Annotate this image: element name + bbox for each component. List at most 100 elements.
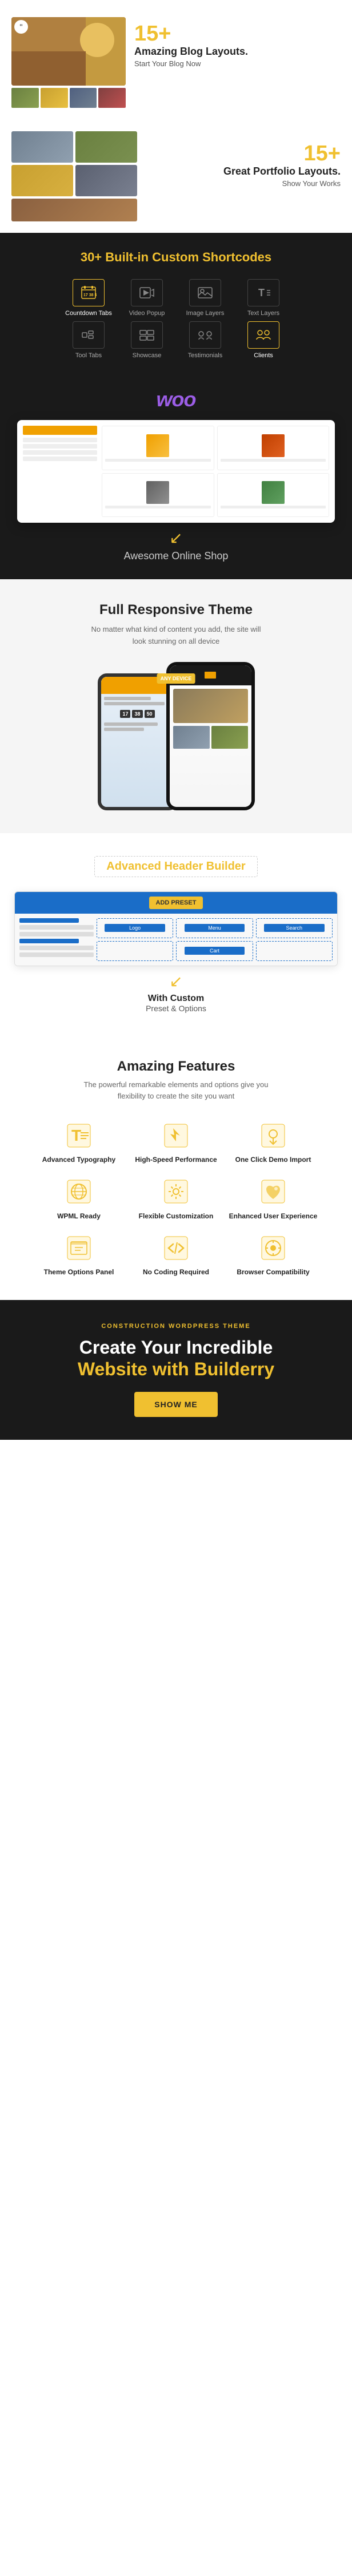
builder-zone-2: Menu <box>176 918 253 938</box>
high-speed-icon <box>161 1120 192 1151</box>
countdown-icon-box: 17 38 50 <box>73 279 105 306</box>
blog-thumb-3 <box>70 88 97 108</box>
testimonials-icon-box <box>189 321 221 349</box>
builder-title-highlight: Advanced <box>106 860 161 873</box>
features-section: Amazing Features The powerful remarkable… <box>0 1036 352 1300</box>
no-coding-label: No Coding Required <box>143 1268 209 1277</box>
features-grid: T Advanced Typography High-Speed Perform… <box>33 1120 319 1277</box>
blog-thumb-4 <box>98 88 126 108</box>
builder-title-post: Header Builder <box>164 860 245 873</box>
showcase-icon <box>139 328 155 342</box>
responsive-section: Full Responsive Theme No matter what kin… <box>0 579 352 833</box>
woo-product-line-3 <box>105 506 211 508</box>
feature-browser: Browser Compatibility <box>227 1232 319 1277</box>
builder-panel-item-4 <box>19 939 79 943</box>
blog-title: Amazing Blog Layouts. <box>134 46 341 58</box>
video-label: Video Popup <box>129 310 165 317</box>
countdown-box-3: 50 <box>145 710 155 718</box>
portfolio-item-1 <box>11 131 73 163</box>
one-click-label: One Click Demo Import <box>235 1156 311 1165</box>
text-icon: T <box>255 286 271 300</box>
woo-section: woo ↙ <box>0 376 352 579</box>
woo-logo: woo <box>11 387 341 411</box>
shortcode-showcase: Showcase <box>120 321 174 359</box>
image-icon <box>197 286 213 300</box>
portfolio-text: 15+ Great Portfolio Layouts. Show Your W… <box>146 131 341 188</box>
ux-svg <box>259 1177 287 1206</box>
shortcode-image: Image Layers <box>178 279 232 317</box>
blog-number: 15+ <box>134 23 341 45</box>
advanced-typography-label: Advanced Typography <box>42 1156 115 1165</box>
svg-text:T: T <box>258 287 265 298</box>
feature-high-speed: High-Speed Performance <box>130 1120 222 1165</box>
phone-right-grid <box>173 726 248 749</box>
cta-show-me-button[interactable]: SHOW ME <box>134 1392 217 1417</box>
tool-label: Tool Tabs <box>75 352 102 359</box>
quote-icon: " <box>14 20 28 34</box>
svg-text:17 38 50: 17 38 50 <box>83 293 97 297</box>
builder-subtitle: With Custom <box>11 994 341 1004</box>
phone-right-content <box>170 685 251 807</box>
builder-title: Advanced Header Builder <box>106 860 245 873</box>
feature-one-click: One Click Demo Import <box>227 1120 319 1165</box>
showcase-icon-box <box>131 321 163 349</box>
blog-main-image: " <box>11 17 126 86</box>
countdown-box-1: 17 <box>120 710 130 718</box>
woo-sidebar-header <box>23 426 97 435</box>
testimonials-icon <box>197 328 213 342</box>
builder-zone-3: Search <box>256 918 333 938</box>
browser-icon <box>258 1232 289 1263</box>
one-click-icon <box>258 1120 289 1151</box>
builder-panel-item-2 <box>19 925 94 930</box>
woo-product-1 <box>102 426 214 470</box>
tool-icon <box>81 328 97 342</box>
no-coding-icon <box>161 1232 192 1263</box>
builder-panel-item-5 <box>19 946 94 950</box>
responsive-desc: No matter what kind of content you add, … <box>90 624 262 648</box>
video-icon <box>139 286 155 300</box>
woo-product-4 <box>217 473 330 518</box>
builder-add-preset-button[interactable]: ADD PRESET <box>149 897 203 909</box>
shortcodes-section: 30+ Built-in Custom Shortcodes 17 38 50 … <box>0 233 352 376</box>
woo-product-img-4 <box>262 481 285 504</box>
typography-svg: T <box>65 1121 93 1150</box>
builder-zone-4 <box>97 941 173 961</box>
phone-countdown: 17 38 50 <box>104 710 171 718</box>
advanced-typography-icon: T <box>63 1120 95 1151</box>
portfolio-grid <box>11 131 137 221</box>
woo-sidebar-item-1 <box>23 438 97 442</box>
video-icon-box <box>131 279 163 306</box>
phone-right <box>166 662 255 810</box>
cta-tag: CONSTRUCTION WORDPRESS THEME <box>11 1323 341 1330</box>
theme-svg <box>65 1234 93 1262</box>
phone-right-hero <box>173 689 248 723</box>
text-label: Text Layers <box>247 310 279 317</box>
blog-small-images <box>11 88 126 108</box>
builder-element-3: Search <box>264 924 325 932</box>
shortcode-video: Video Popup <box>120 279 174 317</box>
feature-no-coding: No Coding Required <box>130 1232 222 1277</box>
features-desc: The powerful remarkable elements and opt… <box>76 1079 276 1103</box>
theme-options-icon <box>63 1232 95 1263</box>
woo-sidebar <box>23 426 97 517</box>
enhanced-ux-icon <box>258 1176 289 1208</box>
builder-panel-item-1 <box>19 918 79 923</box>
portfolio-desc: Show Your Works <box>146 179 341 188</box>
portfolio-number: 15+ <box>146 143 341 164</box>
browser-svg <box>259 1234 287 1262</box>
woo-arrow-icon: ↙ <box>11 528 341 547</box>
builder-zone-1: Logo <box>97 918 173 938</box>
cta-title-line2-text: Website with <box>78 1359 194 1379</box>
feature-flexible: Flexible Customization <box>130 1176 222 1221</box>
portfolio-item-3 <box>11 165 73 196</box>
builder-element-1: Logo <box>105 924 165 932</box>
device-badge: ANY DEVICE <box>157 673 195 684</box>
image-label: Image Layers <box>186 310 225 317</box>
phone-left-screen: 17 38 50 <box>101 677 174 807</box>
woo-label-online: Online Shop <box>171 550 228 562</box>
feature-wpml: WPML Ready <box>33 1176 125 1221</box>
blog-section: " 15+ Amazing Blog Layouts. Start Your B… <box>0 0 352 126</box>
builder-main: Logo Menu Search Cart <box>97 918 333 961</box>
woo-sidebar-item-4 <box>23 457 97 461</box>
shortcode-text: T Text Layers <box>237 279 290 317</box>
